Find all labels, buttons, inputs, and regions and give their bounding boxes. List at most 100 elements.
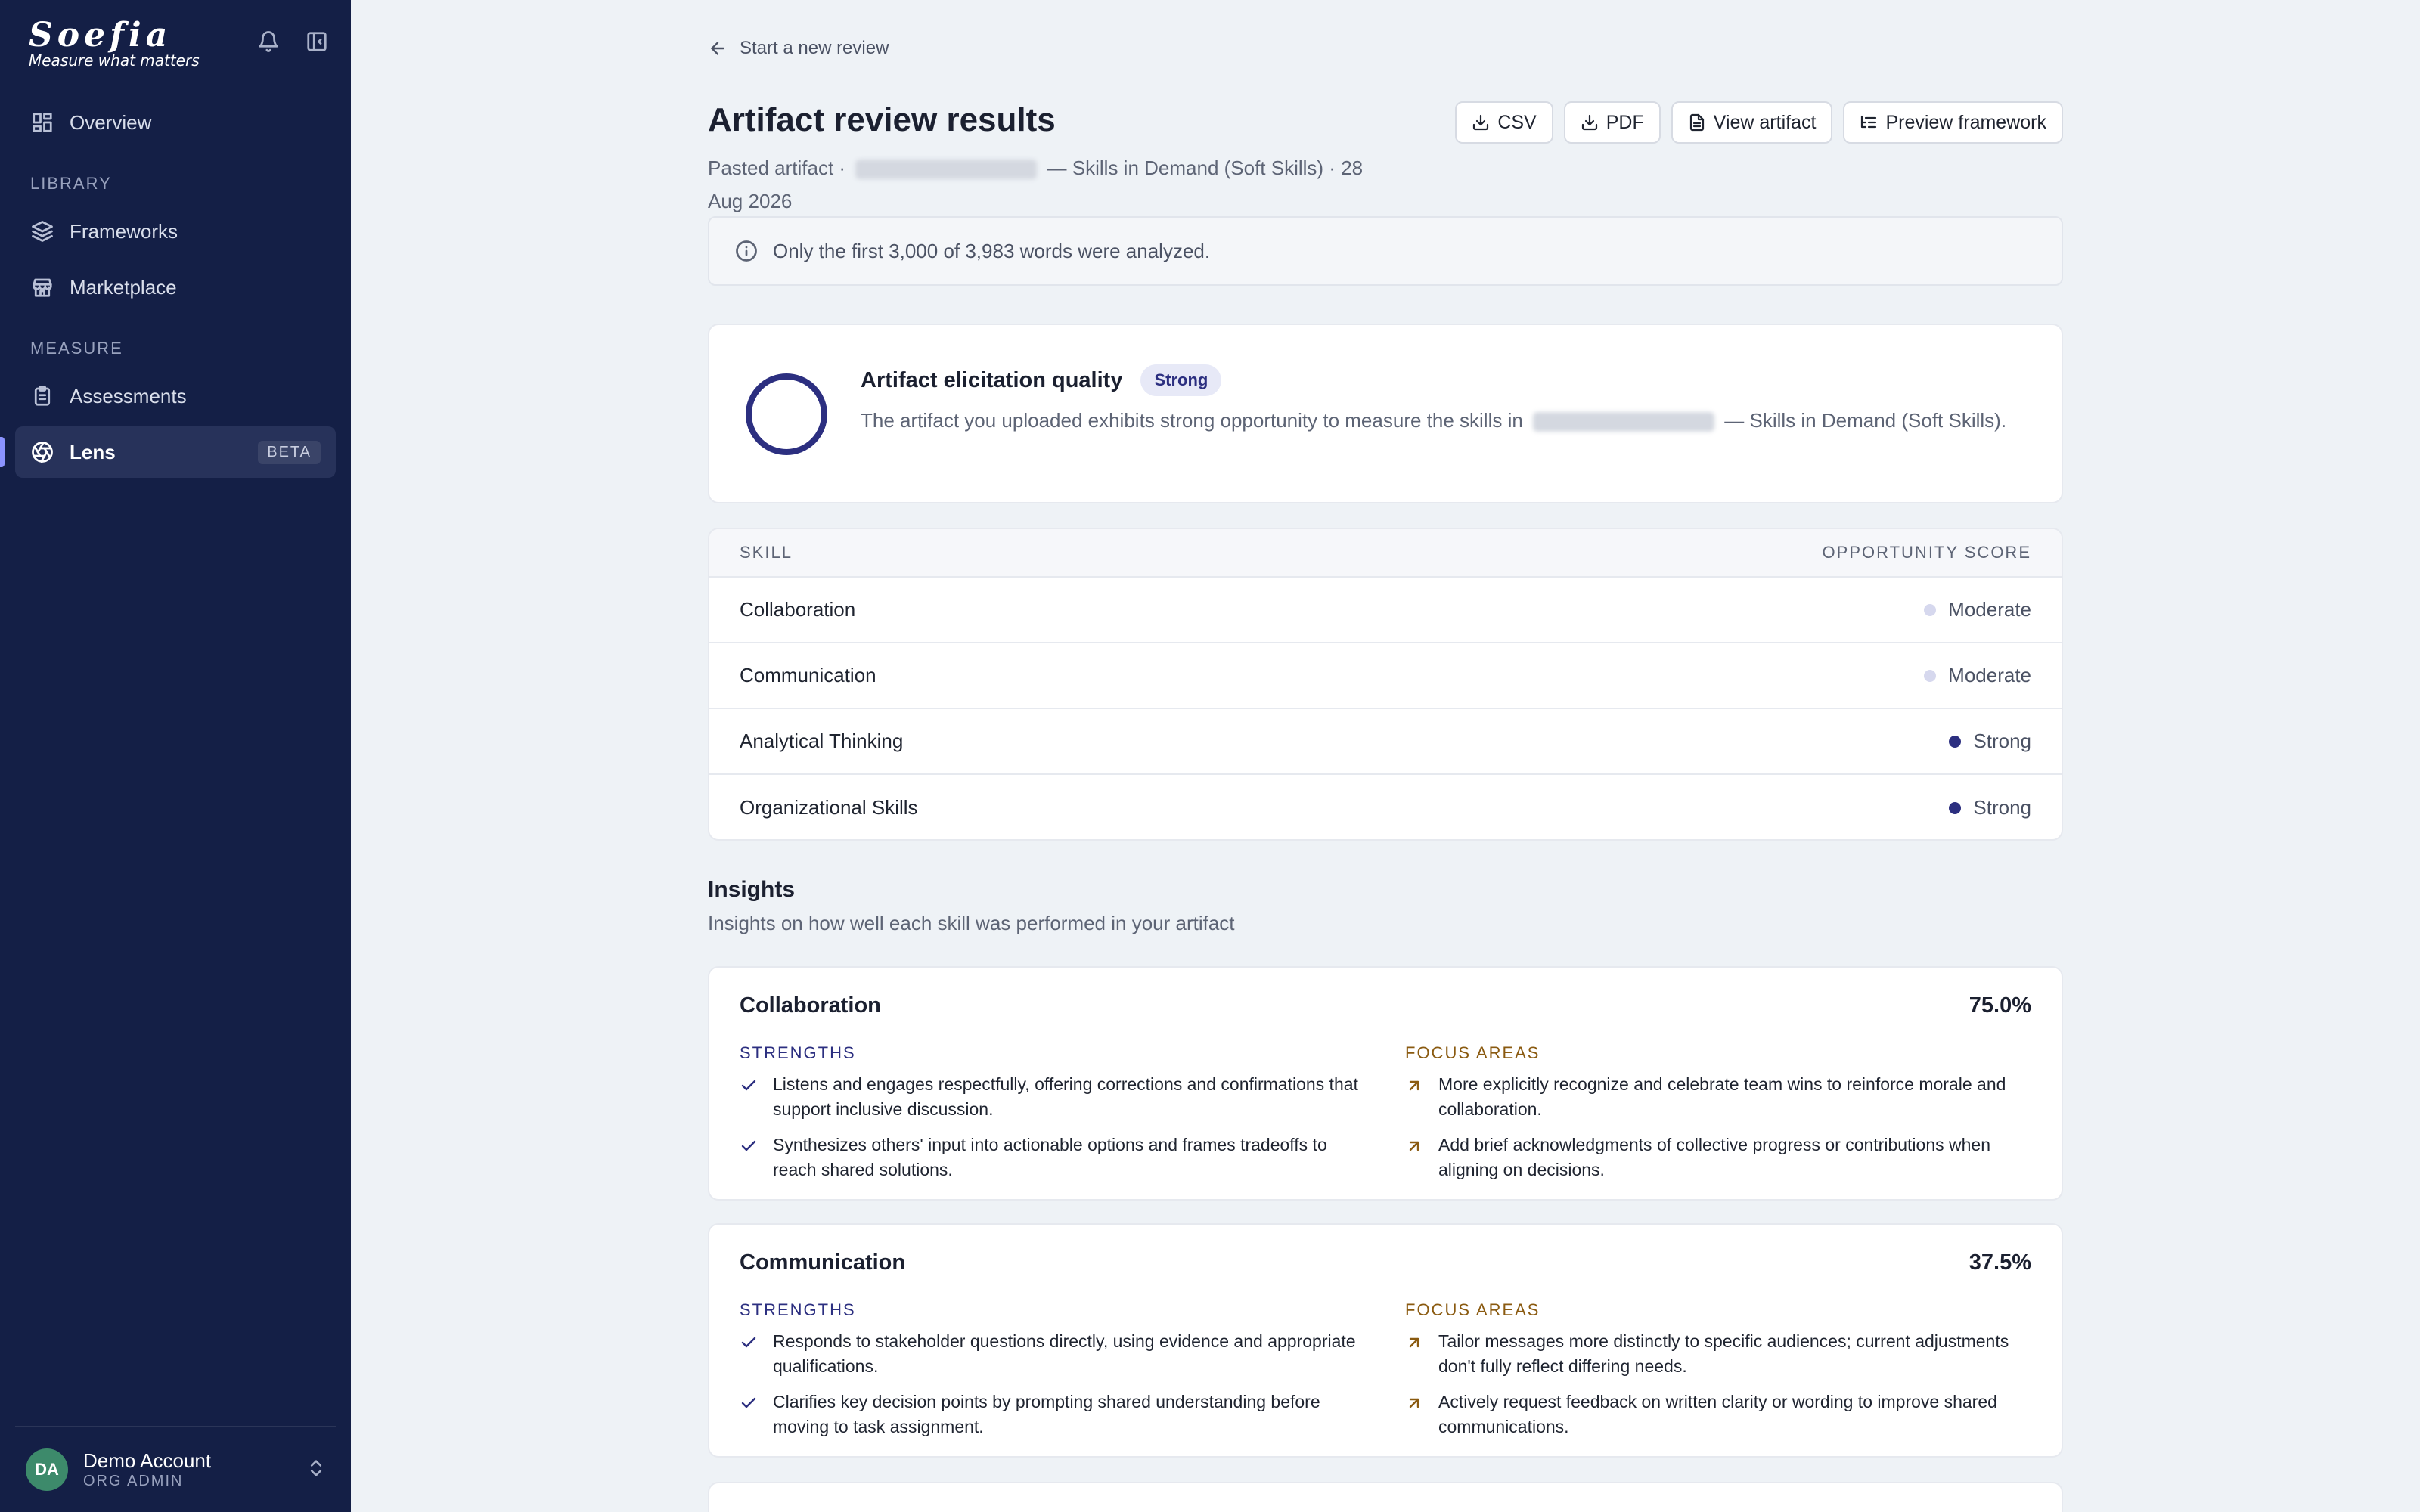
strength-text: Clarifies key decision points by prompti…: [773, 1392, 1320, 1436]
page-title: Artifact review results: [708, 101, 1056, 138]
aperture-icon: [30, 440, 54, 464]
sidebar-item-frameworks[interactable]: Frameworks: [15, 206, 336, 257]
strength-item: Responds to stakeholder questions direct…: [740, 1329, 1375, 1379]
quality-description: The artifact you uploaded exhibits stron…: [861, 404, 2010, 437]
sidebar-item-label: Marketplace: [70, 275, 177, 299]
strengths-column: STRENGTHS Responds to stakeholder questio…: [740, 1300, 1375, 1450]
opportunity-score: Moderate: [1924, 598, 2031, 621]
list-tree-icon: [1861, 115, 1877, 129]
strength-item: Clarifies key decision points by prompti…: [740, 1390, 1375, 1439]
word-limit-notice: Only the first 3,000 of 3,983 words were…: [708, 216, 2063, 286]
strength-item: Synthesizes others' input into actionabl…: [740, 1132, 1375, 1182]
back-link-label: Start a new review: [740, 38, 889, 58]
sidebar: Soefia Measure what matters Overview LIB…: [0, 0, 351, 1512]
score-label: Moderate: [1948, 598, 2031, 621]
insights-subtitle: Insights on how well each skill was perf…: [708, 912, 1235, 934]
sidebar-item-marketplace[interactable]: Marketplace: [15, 262, 336, 313]
active-indicator: [0, 437, 5, 467]
quality-desc-suffix: — Skills in Demand (Soft Skills).: [1724, 409, 2007, 432]
check-icon: [741, 1397, 756, 1408]
back-link[interactable]: Start a new review: [708, 38, 889, 59]
account-role: ORG ADMIN: [83, 1473, 184, 1489]
check-icon: [741, 1140, 756, 1151]
preview-framework-label: Preview framework: [1885, 111, 2046, 133]
sidebar-item-label: Assessments: [70, 384, 187, 407]
focus-item: More explicitly recognize and celebrate …: [1405, 1072, 2040, 1122]
insight-card-partial: [708, 1482, 2063, 1512]
info-icon: [736, 240, 757, 262]
opportunity-score: Strong: [1949, 796, 2031, 820]
view-artifact-button[interactable]: View artifact: [1671, 101, 1833, 144]
column-header-score: OPPORTUNITY SCORE: [1822, 543, 2031, 562]
skill-name: Organizational Skills: [740, 796, 918, 819]
opportunity-score: Moderate: [1924, 664, 2031, 687]
quality-desc-prefix: The artifact you uploaded exhibits stron…: [861, 409, 1523, 432]
quality-ring: [746, 373, 827, 455]
focus-text: Tailor messages more distinctly to speci…: [1438, 1331, 2009, 1376]
section-label-measure: MEASURE: [30, 339, 123, 358]
table-row: Collaboration Moderate: [709, 578, 2062, 643]
view-artifact-label: View artifact: [1713, 111, 1817, 133]
main-content: Start a new review Artifact review resul…: [351, 0, 2420, 1512]
quality-title: Artifact elicitation quality: [861, 367, 1123, 392]
insight-card-collaboration: Collaboration 75.0% STRENGTHS Listens and e…: [708, 966, 2063, 1201]
table-row: Communication Moderate: [709, 643, 2062, 709]
store-icon: [30, 275, 54, 299]
brand[interactable]: Soefia Measure what matters: [29, 17, 200, 70]
chevrons-up-down-icon: [306, 1458, 328, 1480]
sidebar-item-assessments[interactable]: Assessments: [15, 370, 336, 422]
action-buttons: CSV PDF View artifact Preview framework: [1455, 101, 2063, 144]
focus-areas-column: FOCUS AREAS More explicitly recognize and…: [1405, 1043, 2040, 1193]
strengths-heading: STRENGTHS: [740, 1043, 856, 1062]
sidebar-item-label: Frameworks: [70, 219, 178, 243]
focus-text: More explicitly recognize and celebrate …: [1438, 1074, 2006, 1119]
score-label: Strong: [1973, 730, 2031, 752]
focus-areas-heading: FOCUS AREAS: [1405, 1043, 1540, 1062]
section-label-library: LIBRARY: [30, 174, 112, 193]
download-icon: [1473, 114, 1489, 131]
strength-text: Listens and engages respectfully, offeri…: [773, 1074, 1358, 1119]
pdf-button-label: PDF: [1606, 111, 1644, 133]
insights-title: Insights: [708, 877, 796, 902]
strength-text: Responds to stakeholder questions direct…: [773, 1331, 1356, 1376]
notifications-bell-icon[interactable]: [256, 29, 281, 54]
arrow-up-right-icon: [1409, 1398, 1419, 1408]
page-subtitle: Pasted artifact · — Skills in Demand (So…: [708, 151, 1388, 218]
focus-text: Actively request feedback on written cla…: [1438, 1392, 1997, 1436]
preview-framework-button[interactable]: Preview framework: [1843, 101, 2063, 144]
strengths-heading: STRENGTHS: [740, 1300, 856, 1319]
sidebar-item-overview[interactable]: Overview: [15, 97, 336, 148]
skill-name: Collaboration: [740, 598, 856, 621]
score-dot: [1924, 669, 1937, 682]
sidebar-item-label: Overview: [70, 110, 152, 134]
table-row: Analytical Thinking Strong: [709, 709, 2062, 775]
insight-skill: Communication: [740, 1250, 906, 1275]
layers-icon: [30, 219, 54, 243]
dashboard-icon: [30, 110, 54, 135]
quality-badge: Strong: [1140, 364, 1222, 396]
clipboard-icon: [30, 384, 54, 408]
sidebar-item-lens[interactable]: Lens BETA: [15, 426, 336, 478]
app-root: Soefia Measure what matters Overview LIB…: [0, 0, 2420, 1512]
collapse-sidebar-icon[interactable]: [304, 29, 330, 54]
focus-item: Actively request feedback on written cla…: [1405, 1390, 2040, 1439]
pdf-button[interactable]: PDF: [1563, 101, 1661, 144]
sidebar-item-label: Lens: [70, 440, 116, 463]
score-dot: [1949, 801, 1962, 814]
download-icon: [1581, 114, 1597, 131]
quality-header: Artifact elicitation quality Strong: [861, 364, 1222, 396]
csv-button[interactable]: CSV: [1455, 101, 1553, 144]
sidebar-divider: [15, 1426, 336, 1427]
score-dot: [1949, 735, 1962, 748]
elicitation-quality-card: Artifact elicitation quality Strong The …: [708, 324, 2063, 503]
brand-tagline: Measure what matters: [29, 51, 200, 70]
strength-item: Listens and engages respectfully, offeri…: [740, 1072, 1375, 1122]
column-header-skill: SKILL: [740, 543, 793, 562]
file-text-icon: [1689, 113, 1704, 132]
table-body: Collaboration Moderate Communication Modera…: [709, 578, 2062, 839]
focus-areas-heading: FOCUS AREAS: [1405, 1300, 1540, 1319]
account-switcher[interactable]: DA Demo Account ORG ADMIN: [26, 1447, 328, 1492]
notice-text: Only the first 3,000 of 3,983 words were…: [773, 239, 1211, 262]
skill-name: Communication: [740, 664, 876, 686]
arrow-up-right-icon: [1409, 1080, 1419, 1091]
